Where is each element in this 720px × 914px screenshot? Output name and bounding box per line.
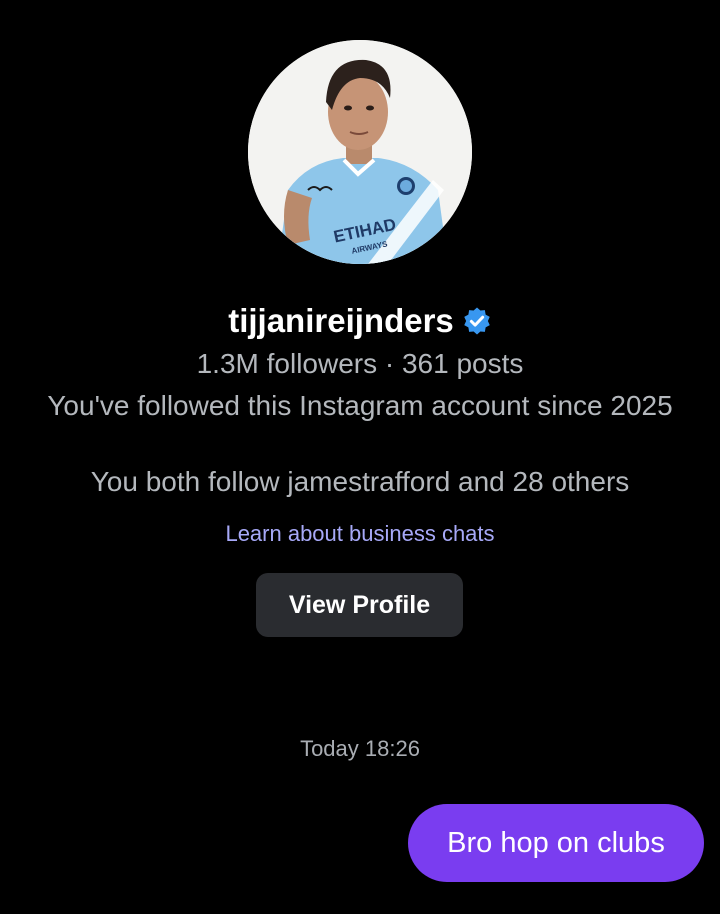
profile-avatar[interactable]: ETIHAD AIRWAYS <box>248 40 472 264</box>
learn-business-chats-link[interactable]: Learn about business chats <box>0 519 720 549</box>
mutual-followers-text: You both follow jamestrafford and 28 oth… <box>90 466 630 497</box>
verified-badge-icon <box>464 307 490 335</box>
message-timestamp: Today 18:26 <box>300 736 420 761</box>
profile-header: tijjanireijnders <box>0 298 720 344</box>
follower-stats: 1.3M followers · 361 posts <box>196 348 524 379</box>
profile-photo: ETIHAD AIRWAYS <box>248 40 472 264</box>
view-profile-button[interactable]: View Profile <box>256 573 463 637</box>
username: tijjanireijnders <box>228 302 454 339</box>
outgoing-message-bubble[interactable]: Bro hop on clubs <box>408 804 704 882</box>
follow-since-text: You've followed this Instagram account s… <box>47 390 673 421</box>
